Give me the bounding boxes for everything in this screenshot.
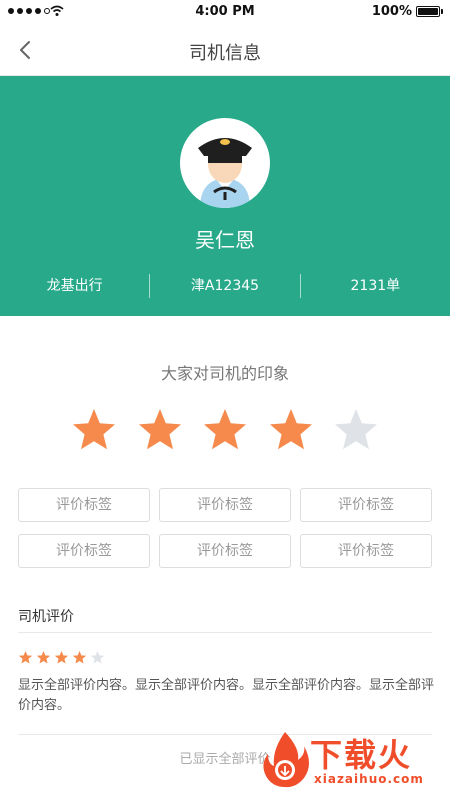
review-star-rating: [18, 650, 105, 665]
star-filled-icon[interactable]: [267, 406, 315, 454]
impression-tag[interactable]: 评价标签: [159, 488, 291, 522]
star-filled-icon[interactable]: [70, 406, 118, 454]
star-filled-icon[interactable]: [136, 406, 184, 454]
impression-tag[interactable]: 评价标签: [18, 488, 150, 522]
driver-avatar-illustration: [198, 138, 252, 208]
status-bar: 4:00 PM 100%: [0, 0, 450, 24]
license-plate: 津A12345: [190, 278, 260, 294]
driver-header: 吴仁恩 龙基出行 津A12345 2131单: [0, 76, 450, 316]
battery-tip: [441, 9, 443, 14]
driver-company: 龙基出行: [46, 278, 103, 294]
nav-bar: 司机信息: [0, 24, 450, 76]
page-title: 司机信息: [189, 43, 261, 64]
impression-tag[interactable]: 评价标签: [300, 534, 432, 568]
reviews-heading: 司机评价: [18, 609, 74, 625]
driver-star-rating: [70, 406, 380, 456]
watermark-url: xiazaihuo.com: [314, 772, 424, 786]
driver-avatar[interactable]: [180, 118, 270, 208]
impression-tag[interactable]: 评价标签: [300, 488, 432, 522]
flame-logo-icon: [263, 732, 309, 788]
driver-name: 吴仁恩: [195, 228, 255, 252]
watermark: 下载火 xiazaihuo.com: [254, 724, 444, 794]
battery-percent: 100%: [371, 4, 412, 19]
impression-tag[interactable]: 评价标签: [18, 534, 150, 568]
star-filled-icon: [36, 650, 51, 664]
battery-icon: [416, 6, 440, 17]
star-filled-icon: [72, 650, 87, 664]
star-empty-icon[interactable]: [332, 406, 380, 454]
star-filled-icon: [54, 650, 69, 664]
driver-stats: 龙基出行 津A12345 2131单: [0, 274, 450, 298]
divider: [18, 632, 432, 633]
star-filled-icon[interactable]: [201, 406, 249, 454]
impression-tags: 评价标签 评价标签 评价标签 评价标签 评价标签 评价标签: [18, 488, 432, 568]
order-count: 2131单: [350, 278, 401, 294]
star-filled-icon: [18, 650, 33, 664]
star-empty-icon: [90, 650, 105, 664]
impression-tag[interactable]: 评价标签: [159, 534, 291, 568]
review-text: 显示全部评价内容。显示全部评价内容。显示全部评价内容。显示全部评价内容。: [18, 678, 435, 713]
impression-title: 大家对司机的印象: [160, 364, 289, 383]
watermark-name: 下载火: [310, 736, 413, 774]
